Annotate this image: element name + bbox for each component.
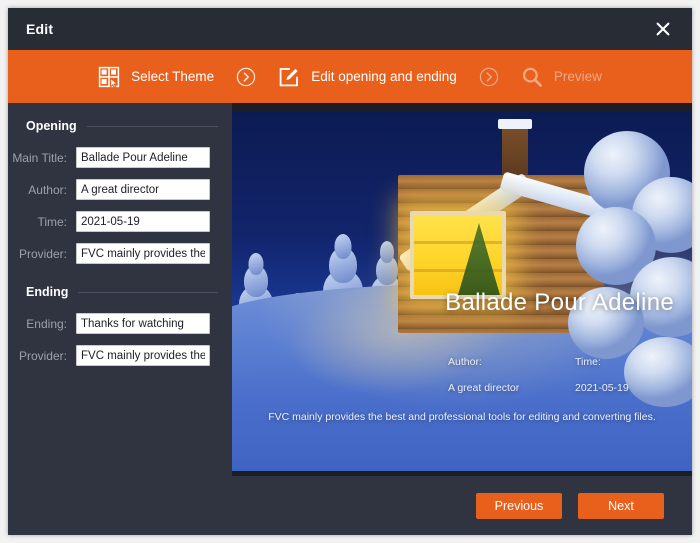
field-row-opening-provider: Provider: (8, 243, 232, 264)
wizard-steps-bar: Select Theme Edit opening and ending Pre… (8, 50, 692, 103)
step-edit-opening-ending-label: Edit opening and ending (311, 69, 457, 84)
chimney-snow-cap (498, 119, 532, 129)
close-icon[interactable] (650, 16, 676, 42)
ending-section-header: Ending (8, 285, 232, 299)
field-row-time: Time: (8, 211, 232, 232)
page-title: Edit (26, 21, 54, 37)
field-row-author: Author: (8, 179, 232, 200)
dialog-body: Opening Main Title: Author: Time: Provid… (8, 103, 692, 476)
main-title-label: Main Title: (12, 150, 67, 165)
time-label: Time: (37, 214, 67, 229)
step-edit-opening-ending[interactable]: Edit opening and ending (278, 66, 457, 88)
preview-pane: Ballade Pour Adeline Author: A great dir… (232, 103, 692, 476)
step-preview-label: Preview (553, 69, 602, 84)
preview-time-label: Time: (575, 356, 601, 368)
opening-section-header: Opening (8, 119, 232, 133)
preview-author-value: A great director (448, 382, 520, 394)
step-select-theme-label: Select Theme (131, 69, 215, 84)
ending-section-title: Ending (26, 285, 69, 299)
field-row-ending: Ending: (8, 313, 232, 334)
author-label: Author: (28, 182, 67, 197)
author-input[interactable] (76, 179, 210, 200)
edit-dialog-window: Edit Select Theme Edit opening and endin… (8, 8, 692, 535)
next-button[interactable]: Next (578, 492, 664, 519)
preview-time-block: Time: 2021-05-19 (575, 356, 629, 394)
ending-input[interactable] (76, 313, 210, 334)
time-input[interactable] (76, 211, 210, 232)
opening-section-title: Opening (26, 119, 77, 133)
preview-author-block: Author: A great director (448, 356, 519, 394)
search-magnifier-icon (521, 66, 543, 88)
main-title-input[interactable] (76, 147, 210, 168)
previous-button[interactable]: Previous (476, 492, 562, 519)
ending-label: Ending: (26, 316, 67, 331)
title-bar: Edit (8, 8, 692, 50)
preview-provider-text: FVC mainly provides the best and profess… (268, 411, 656, 423)
christmas-tree (458, 223, 500, 295)
field-row-ending-provider: Provider: (8, 345, 232, 366)
theme-preview-image[interactable]: Ballade Pour Adeline Author: A great dir… (232, 111, 692, 471)
step-select-theme[interactable]: Select Theme (98, 66, 214, 88)
preview-author-label: Author: (448, 356, 482, 368)
edit-form-sidebar: Opening Main Title: Author: Time: Provid… (8, 103, 232, 476)
opening-provider-label: Provider: (18, 246, 67, 261)
preview-time-value: 2021-05-19 (575, 382, 629, 394)
chevron-right-circle-icon (236, 67, 256, 87)
chevron-right-circle-icon-2 (479, 67, 499, 87)
ending-provider-label: Provider: (18, 348, 67, 363)
dialog-footer: Previous Next (8, 476, 692, 535)
theme-grid-icon (98, 66, 120, 88)
window-mullion (414, 241, 502, 244)
cabin-window (410, 211, 506, 299)
step-preview[interactable]: Preview (521, 66, 602, 88)
preview-main-title: Ballade Pour Adeline (445, 289, 674, 316)
opening-provider-input[interactable] (76, 243, 210, 264)
section-divider-2 (78, 291, 218, 293)
section-divider (86, 125, 218, 127)
chimney (502, 125, 528, 177)
edit-pencil-icon (278, 66, 300, 88)
ending-provider-input[interactable] (76, 345, 210, 366)
field-row-main-title: Main Title: (8, 147, 232, 168)
